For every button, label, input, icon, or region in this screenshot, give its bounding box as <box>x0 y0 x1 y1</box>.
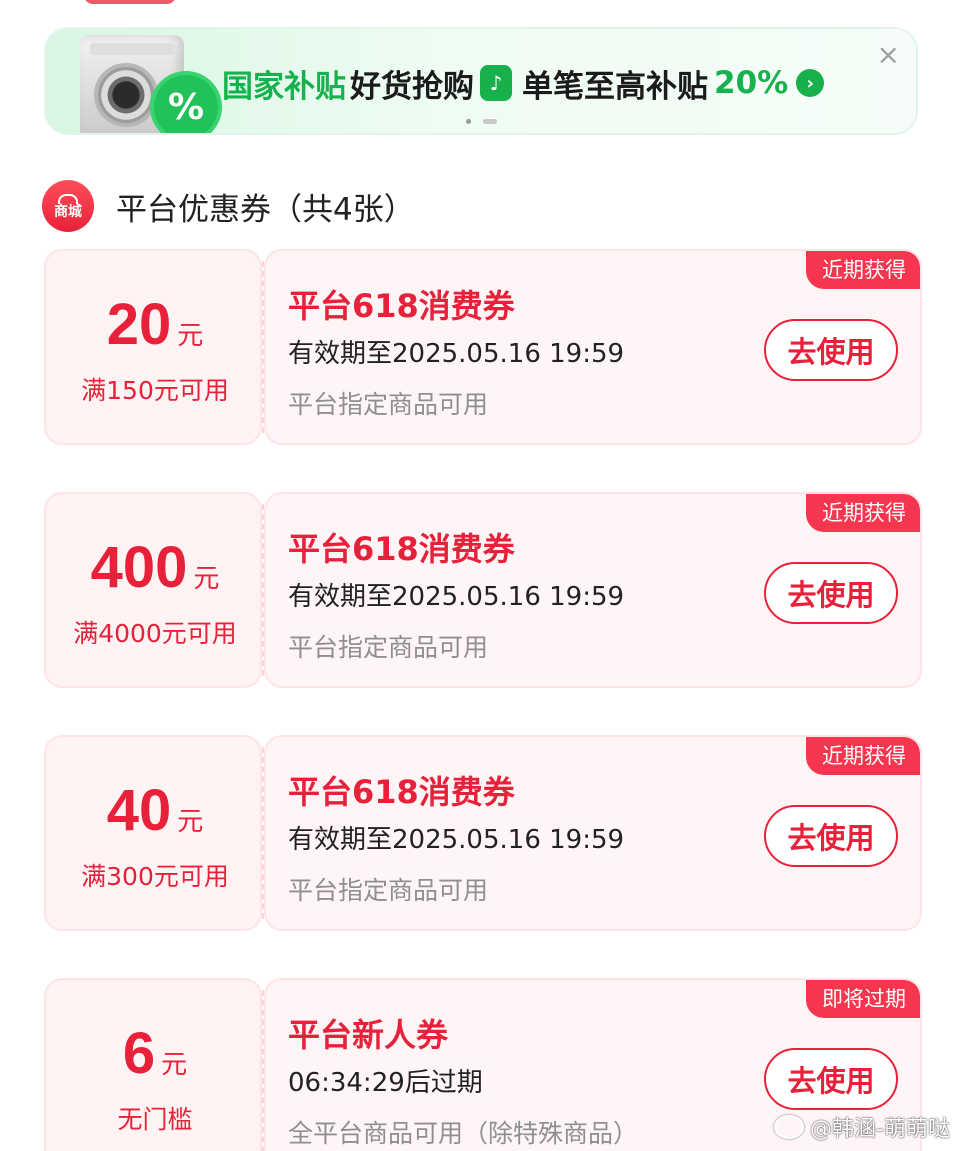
coupon-tag: 即将过期 <box>806 980 920 1018</box>
section-header: 商城 平台优惠券（共4张） <box>42 180 415 232</box>
coupon-threshold: 满300元可用 <box>81 862 229 891</box>
coupon-threshold: 无门槛 <box>117 1105 193 1134</box>
coupon-title: 平台618消费券 <box>288 530 515 568</box>
watermark: @韩涵-萌萌哒 <box>774 1111 950 1143</box>
percent-badge-icon: % <box>154 75 218 133</box>
coupon-value-panel: 400 元 满4000元可用 <box>44 492 262 688</box>
coupon-validity: 有效期至2025.05.16 19:59 <box>288 825 625 855</box>
carousel-indicator <box>466 119 497 124</box>
section-title: 平台优惠券（共4张） <box>116 191 415 228</box>
coupon-validity: 有效期至2025.05.16 19:59 <box>288 339 625 369</box>
coupon-validity: 06:34:29后过期 <box>288 1068 483 1098</box>
coupon-card: 40 元 满300元可用 平台618消费券 有效期至2025.05.16 19:5… <box>44 735 922 931</box>
coupon-scope: 平台指定商品可用 <box>288 876 489 905</box>
watermark-text: @韩涵-萌萌哒 <box>810 1117 950 1142</box>
coupon-title: 平台618消费券 <box>288 287 515 325</box>
coupon-amount: 20 <box>106 292 172 357</box>
banner-text-percent: 20% <box>714 65 789 101</box>
coupon-unit: 元 <box>161 1050 188 1080</box>
coupon-info-panel: 平台618消费券 有效期至2025.05.16 19:59 平台指定商品可用 近… <box>264 735 922 931</box>
coupon-scope: 平台指定商品可用 <box>288 390 489 419</box>
coupon-threshold: 满150元可用 <box>81 376 229 405</box>
carousel-dot-active <box>466 119 471 124</box>
coupon-threshold: 满4000元可用 <box>73 619 237 648</box>
coupon-info-panel: 平台618消费券 有效期至2025.05.16 19:59 平台指定商品可用 近… <box>264 492 922 688</box>
coupon-card: 400 元 满4000元可用 平台618消费券 有效期至2025.05.16 19… <box>44 492 922 688</box>
banner-text-good-deals: 好货抢购 <box>350 68 474 105</box>
banner-text-max-subsidy: 单笔至高补贴 <box>522 68 708 105</box>
use-coupon-button[interactable]: 去使用 <box>764 319 898 381</box>
banner-headline: 国家补贴 好货抢购 ♪ 单笔至高补贴 20% › <box>222 59 825 107</box>
coupon-unit: 元 <box>177 321 204 351</box>
subsidy-banner[interactable]: % 国家补贴 好货抢购 ♪ 单笔至高补贴 20% › × <box>44 27 918 135</box>
coupon-tag: 近期获得 <box>806 494 920 532</box>
coupon-tag: 近期获得 <box>806 251 920 289</box>
coupon-scope: 平台指定商品可用 <box>288 633 489 662</box>
coupon-title: 平台618消费券 <box>288 773 515 811</box>
use-coupon-button[interactable]: 去使用 <box>764 562 898 624</box>
coupon-card: 20 元 满150元可用 平台618消费券 有效期至2025.05.16 19:5… <box>44 249 922 445</box>
coupon-value-panel: 20 元 满150元可用 <box>44 249 262 445</box>
banner-text-national-subsidy: 国家补贴 <box>222 68 346 105</box>
use-coupon-button[interactable]: 去使用 <box>764 805 898 867</box>
coupon-info-panel: 平台618消费券 有效期至2025.05.16 19:59 平台指定商品可用 近… <box>264 249 922 445</box>
carousel-dot <box>483 119 497 124</box>
chevron-right-icon[interactable]: › <box>796 69 825 97</box>
coupon-value-panel: 40 元 满300元可用 <box>44 735 262 931</box>
coupon-unit: 元 <box>193 564 220 594</box>
coupon-unit: 元 <box>177 807 204 837</box>
coupon-amount: 400 <box>90 535 188 600</box>
weibo-icon <box>774 1115 805 1139</box>
coupon-scope: 全平台商品可用（除特殊商品） <box>288 1119 639 1148</box>
coupon-validity: 有效期至2025.05.16 19:59 <box>288 582 625 612</box>
coupon-title: 平台新人券 <box>288 1016 449 1054</box>
close-icon[interactable]: × <box>877 41 900 69</box>
coupon-value-panel: 6元 无门槛 <box>44 978 262 1151</box>
mall-icon: 商城 <box>42 180 94 232</box>
top-pill <box>84 0 176 4</box>
mall-icon-label: 商城 <box>54 203 82 220</box>
coupon-amount: 6 <box>122 1021 156 1086</box>
coupon-tag: 近期获得 <box>806 737 920 775</box>
douyin-shop-icon: ♪ <box>480 65 512 101</box>
coupon-amount: 40 <box>106 778 172 843</box>
use-coupon-button[interactable]: 去使用 <box>764 1048 898 1110</box>
